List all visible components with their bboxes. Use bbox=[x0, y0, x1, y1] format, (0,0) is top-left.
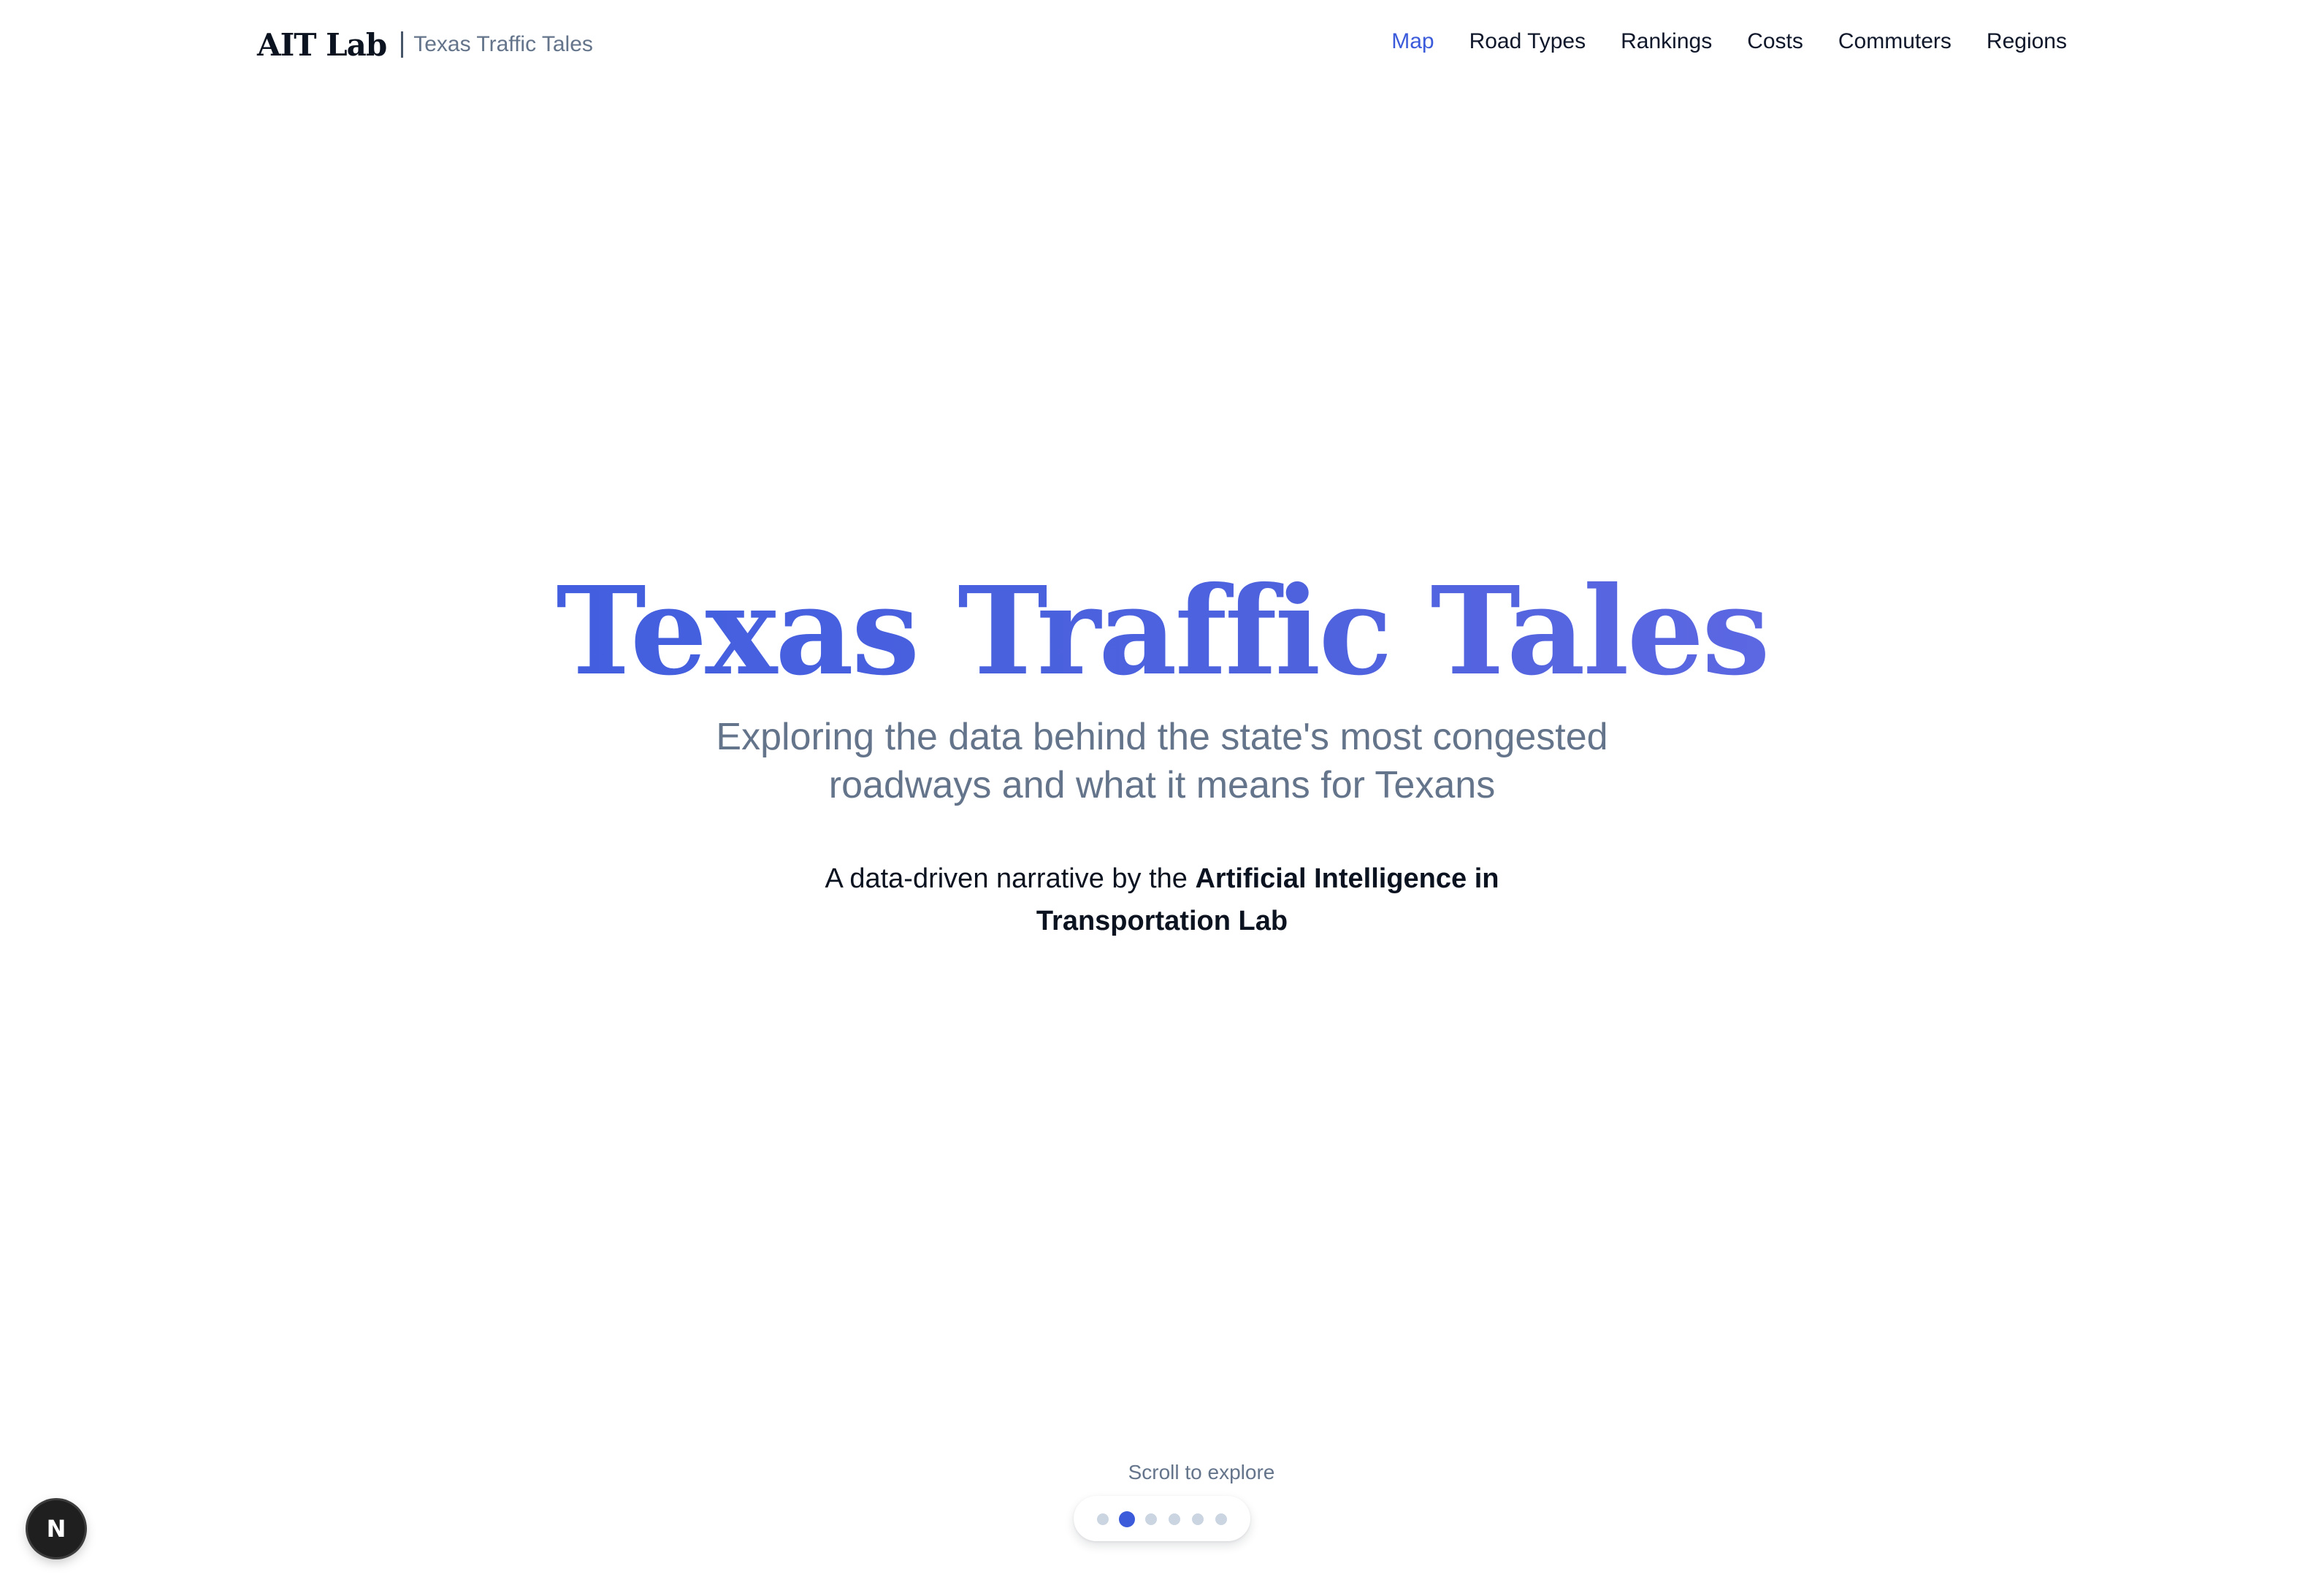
section-dot-5[interactable] bbox=[1192, 1513, 1204, 1525]
brand-subtitle[interactable]: Texas Traffic Tales bbox=[413, 32, 593, 57]
nav-item-costs[interactable]: Costs bbox=[1747, 29, 1803, 54]
brand[interactable]: AIT Lab Texas Traffic Tales bbox=[257, 22, 593, 67]
section-dot-6[interactable] bbox=[1215, 1513, 1227, 1525]
hero-credit: A data-driven narrative by the Artificia… bbox=[797, 858, 1527, 942]
section-dot-1[interactable] bbox=[1097, 1513, 1109, 1525]
section-dot-4[interactable] bbox=[1169, 1513, 1180, 1525]
main-nav: Map Road Types Rankings Costs Commuters … bbox=[1391, 29, 2067, 54]
credit-prefix: A data-driven narrative by the bbox=[825, 863, 1196, 894]
section-dot-3[interactable] bbox=[1145, 1513, 1157, 1525]
nav-item-road-types[interactable]: Road Types bbox=[1469, 29, 1586, 54]
site-header: AIT Lab Texas Traffic Tales Map Road Typ… bbox=[0, 0, 2324, 91]
nav-item-regions[interactable]: Regions bbox=[1987, 29, 2067, 54]
hero-subtitle: Exploring the data behind the state's mo… bbox=[716, 716, 1608, 806]
nav-item-commuters[interactable]: Commuters bbox=[1838, 29, 1952, 54]
n-logo-icon[interactable]: N bbox=[28, 1500, 85, 1557]
section-dots bbox=[1074, 1496, 1250, 1541]
brand-divider bbox=[401, 31, 404, 58]
brand-logo[interactable]: AIT Lab bbox=[257, 27, 387, 63]
scroll-hint: Scroll to explore bbox=[1128, 1461, 1275, 1483]
nav-item-rankings[interactable]: Rankings bbox=[1621, 29, 1712, 54]
nav-item-map[interactable]: Map bbox=[1391, 29, 1434, 54]
section-dot-2-active[interactable] bbox=[1119, 1511, 1135, 1527]
hero-title: Texas Traffic Tales bbox=[0, 562, 2324, 701]
